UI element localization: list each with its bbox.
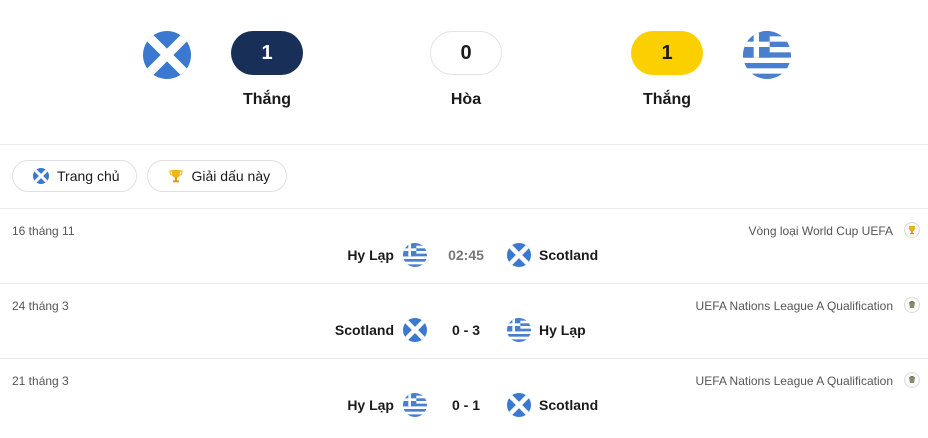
filter-tabs: Trang chủ Giải dấu này: [12, 160, 288, 192]
match-score: 0 - 3: [451, 322, 480, 338]
scotland-flag-icon: [507, 243, 531, 267]
tab-this-competition[interactable]: Giải dấu này: [146, 160, 288, 192]
match-row[interactable]: 24 tháng 3 UEFA Nations League A Qualifi…: [0, 284, 928, 359]
home-team-name: Hy Lạp: [347, 397, 394, 413]
greece-flag-icon: [507, 318, 531, 342]
world-cup-icon: [904, 222, 920, 238]
away-wins-label: Thắng: [643, 91, 691, 108]
tab-home-label: Trang chủ: [57, 168, 120, 184]
nations-league-icon: [904, 372, 920, 388]
match-date: 16 tháng 11: [12, 224, 75, 238]
match-kickoff-time: 02:45: [448, 247, 484, 263]
divider: [0, 144, 928, 145]
draws-label: Hòa: [450, 91, 482, 108]
match-row[interactable]: 21 tháng 3 UEFA Nations League A Qualifi…: [0, 359, 928, 434]
home-team-name: Scotland: [334, 322, 394, 338]
away-team-name: Hy Lạp: [539, 322, 586, 338]
greece-flag-icon: [403, 243, 427, 267]
match-score: 0 - 1: [451, 397, 480, 413]
greece-flag-icon: [403, 393, 427, 417]
competition-name: UEFA Nations League A Qualification: [695, 299, 893, 313]
nations-league-icon: [904, 297, 920, 313]
scotland-flag-icon: [143, 31, 191, 79]
scotland-flag-icon: [403, 318, 427, 342]
away-team-name: Scotland: [539, 397, 599, 413]
match-row[interactable]: 16 tháng 11 Vòng loại World Cup UEFA Hy …: [0, 209, 928, 284]
trophy-icon: [168, 168, 184, 184]
home-team-name: Hy Lạp: [347, 247, 394, 263]
match-date: 24 tháng 3: [12, 299, 69, 313]
competition-name: Vòng loại World Cup UEFA: [748, 224, 893, 238]
draws-count: 0: [430, 31, 502, 75]
greece-flag-icon: [743, 31, 791, 79]
tab-home[interactable]: Trang chủ: [12, 160, 137, 192]
home-wins-count: 1: [231, 31, 303, 75]
away-wins-count: 1: [631, 31, 703, 75]
scotland-flag-icon: [507, 393, 531, 417]
scotland-flag-icon: [33, 168, 49, 184]
away-team-name: Scotland: [539, 247, 599, 263]
home-wins-label: Thắng: [243, 91, 291, 108]
competition-name: UEFA Nations League A Qualification: [695, 374, 893, 388]
tab-this-competition-label: Giải dấu này: [191, 168, 271, 184]
head-to-head-summary: 1 0 1 Thắng Hòa Thắng: [0, 0, 928, 144]
match-date: 21 tháng 3: [12, 374, 69, 388]
